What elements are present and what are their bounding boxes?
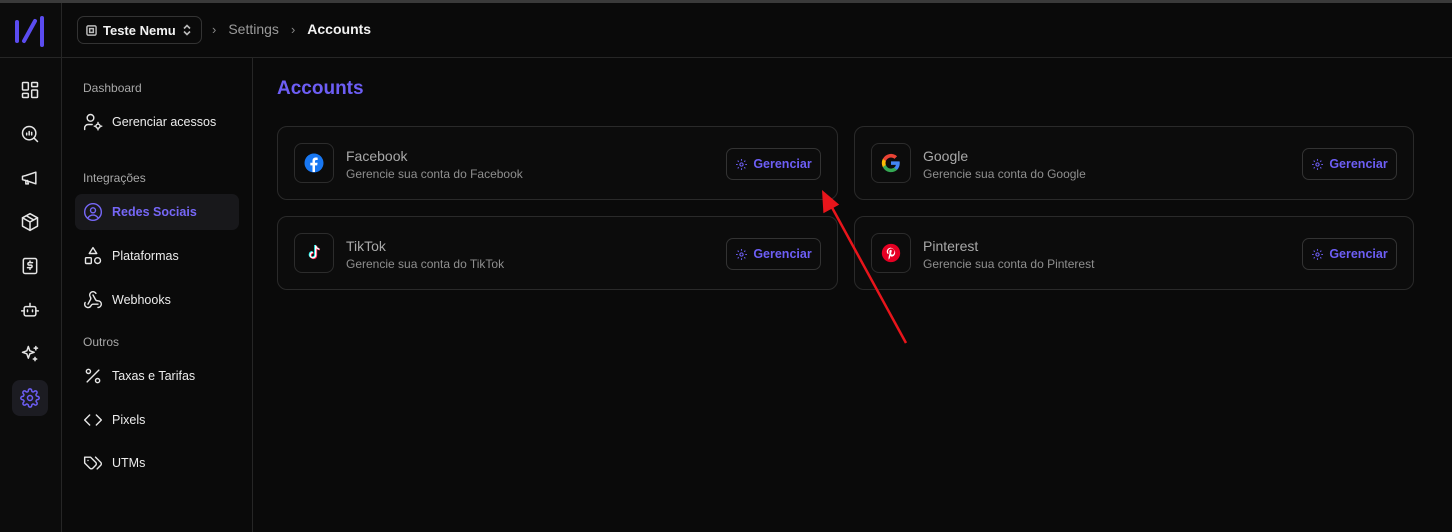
gear-icon bbox=[736, 248, 748, 260]
user-circle-icon bbox=[83, 202, 103, 222]
gear-icon bbox=[736, 158, 748, 170]
manage-pinterest-button[interactable]: Gerenciar bbox=[1302, 238, 1397, 270]
webhook-icon bbox=[83, 290, 102, 309]
google-icon bbox=[871, 143, 911, 183]
sidebar-item-label: Webhooks bbox=[112, 293, 171, 307]
app-root: Teste Nemu › Settings › Accounts Dashboa… bbox=[0, 0, 1452, 532]
chevron-up-down-icon bbox=[183, 24, 191, 36]
app-logo-icon[interactable] bbox=[14, 14, 46, 48]
sidebar-item-plataformas[interactable]: Plataformas bbox=[75, 238, 239, 274]
account-description: Gerencie sua conta do Google bbox=[923, 167, 1086, 181]
page-title: Accounts bbox=[277, 78, 364, 99]
sidebar-item-label: Plataformas bbox=[112, 249, 179, 263]
tags-icon bbox=[83, 456, 103, 470]
account-card-tiktok: TikTok Gerencie sua conta do TikTok Gere… bbox=[277, 216, 838, 290]
account-name: Google bbox=[923, 148, 969, 164]
rail-settings-gear-icon[interactable] bbox=[12, 380, 48, 416]
gear-icon bbox=[1312, 248, 1324, 260]
account-name: Pinterest bbox=[923, 238, 979, 254]
icon-rail bbox=[0, 3, 62, 532]
workspace-name: Teste Nemu bbox=[103, 22, 176, 38]
breadcrumb-accounts: Accounts bbox=[307, 21, 372, 37]
account-card-pinterest: Pinterest Gerencie sua conta do Pinteres… bbox=[854, 216, 1414, 290]
percent-icon bbox=[85, 368, 101, 384]
rail-receipt-dollar-icon[interactable] bbox=[12, 248, 48, 284]
top-header: Teste Nemu › Settings › Accounts bbox=[62, 3, 1452, 58]
account-description: Gerencie sua conta do TikTok bbox=[346, 257, 505, 271]
section-label-dashboard: Dashboard bbox=[83, 81, 142, 95]
chevron-right-icon: › bbox=[290, 21, 296, 37]
pinterest-icon bbox=[871, 233, 911, 273]
rail-package-icon[interactable] bbox=[12, 204, 48, 240]
sidebar-item-label: Taxas e Tarifas bbox=[112, 369, 196, 383]
manage-facebook-button[interactable]: Gerenciar bbox=[726, 148, 821, 180]
main-content: Accounts Facebook Gerencie sua conta do … bbox=[253, 58, 1452, 532]
manage-tiktok-button[interactable]: Gerenciar bbox=[726, 238, 821, 270]
manage-button-label: Gerenciar bbox=[753, 157, 812, 171]
chevron-right-icon: › bbox=[212, 21, 217, 37]
shapes-icon bbox=[84, 246, 102, 265]
sidebar-item-gerenciar-acessos[interactable]: Gerenciar acessos bbox=[75, 104, 239, 140]
account-name: TikTok bbox=[346, 238, 386, 254]
breadcrumb-settings[interactable]: Settings bbox=[228, 21, 279, 37]
manage-button-label: Gerenciar bbox=[1329, 247, 1388, 261]
manage-button-label: Gerenciar bbox=[1329, 157, 1388, 171]
rail-search-analytics-icon[interactable] bbox=[12, 116, 48, 152]
sidebar-item-utms[interactable]: UTMs bbox=[75, 445, 239, 481]
gear-icon bbox=[1312, 158, 1324, 170]
tiktok-icon bbox=[294, 233, 334, 273]
account-description: Gerencie sua conta do Pinterest bbox=[923, 257, 1095, 271]
section-label-outros: Outros bbox=[83, 335, 120, 349]
section-label-integracoes: Integrações bbox=[83, 171, 146, 185]
facebook-icon bbox=[294, 143, 334, 183]
sidebar-item-label: Gerenciar acessos bbox=[112, 115, 217, 129]
account-card-google: Google Gerencie sua conta do Google Gere… bbox=[854, 126, 1414, 200]
rail-megaphone-icon[interactable] bbox=[12, 160, 48, 196]
workspace-icon bbox=[86, 24, 97, 36]
rail-bot-icon[interactable] bbox=[12, 292, 48, 328]
rail-dashboard-icon[interactable] bbox=[12, 72, 48, 108]
sidebar-item-pixels[interactable]: Pixels bbox=[75, 402, 239, 438]
breadcrumb: › Settings › Accounts bbox=[212, 21, 371, 37]
manage-google-button[interactable]: Gerenciar bbox=[1302, 148, 1397, 180]
account-name: Facebook bbox=[346, 148, 408, 164]
account-card-facebook: Facebook Gerencie sua conta do Facebook … bbox=[277, 126, 838, 200]
manage-button-label: Gerenciar bbox=[753, 247, 812, 261]
workspace-selector[interactable]: Teste Nemu bbox=[77, 16, 202, 44]
sidebar-item-label: UTMs bbox=[112, 456, 146, 470]
rail-sparkles-icon[interactable] bbox=[12, 336, 48, 372]
settings-sidebar: Dashboard Gerenciar acessos Integrações … bbox=[62, 58, 253, 532]
user-cog-icon bbox=[83, 113, 103, 131]
sidebar-item-taxas-e-tarifas[interactable]: Taxas e Tarifas bbox=[75, 358, 239, 394]
rail-divider bbox=[0, 57, 62, 58]
sidebar-item-label: Redes Sociais bbox=[112, 205, 197, 219]
code-icon bbox=[83, 414, 103, 426]
sidebar-item-redes-sociais[interactable]: Redes Sociais bbox=[75, 194, 239, 230]
sidebar-item-label: Pixels bbox=[112, 413, 146, 427]
account-description: Gerencie sua conta do Facebook bbox=[346, 167, 523, 181]
sidebar-item-webhooks[interactable]: Webhooks bbox=[75, 282, 239, 318]
